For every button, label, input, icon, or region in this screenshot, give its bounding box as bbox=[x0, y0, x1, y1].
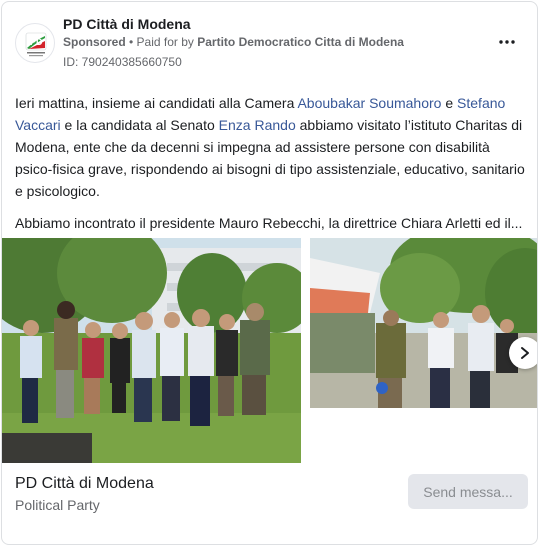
body-paragraph-2: Abbiamo incontrato il presidente Mauro R… bbox=[15, 215, 523, 231]
carousel-next-button[interactable] bbox=[509, 337, 537, 369]
footer-page-category: Political Party bbox=[15, 497, 100, 513]
mention-link-rando[interactable]: Enza Rando bbox=[219, 117, 296, 133]
separator: • bbox=[125, 35, 137, 49]
ad-id: ID: 790240385660750 bbox=[63, 55, 182, 69]
more-horizontal-icon bbox=[499, 40, 515, 44]
ad-body-text: Ieri mattina, insieme ai candidati alla … bbox=[15, 92, 529, 244]
ad-card: PD PD Città di Modena Sponsored • Paid f… bbox=[1, 1, 538, 545]
footer-page-name[interactable]: PD Città di Modena bbox=[15, 475, 154, 493]
ad-header: PD PD Città di Modena Sponsored • Paid f… bbox=[2, 2, 537, 82]
pd-logo-icon: PD bbox=[25, 32, 47, 57]
payer-name: Partito Democratico Citta di Modena bbox=[197, 35, 404, 49]
page-avatar[interactable]: PD bbox=[15, 23, 55, 63]
send-message-button[interactable]: Send messa... bbox=[408, 474, 528, 509]
chevron-right-icon bbox=[521, 347, 529, 359]
paid-for-prefix: Paid for by bbox=[136, 35, 198, 49]
page-name[interactable]: PD Città di Modena bbox=[63, 16, 191, 32]
body-text-segment: e la candidata al Senato bbox=[60, 117, 219, 133]
svg-text:PD: PD bbox=[30, 37, 43, 47]
body-text-segment: Ieri mattina, insieme ai candidati alla … bbox=[15, 95, 298, 111]
image-carousel[interactable] bbox=[2, 238, 538, 463]
more-options-button[interactable] bbox=[492, 30, 522, 54]
sponsored-label: Sponsored bbox=[63, 35, 126, 49]
body-paragraph-1: Ieri mattina, insieme ai candidati alla … bbox=[15, 92, 529, 202]
mention-link-soumahoro[interactable]: Aboubakar Soumahoro bbox=[297, 95, 441, 111]
sponsored-line: Sponsored • Paid for by Partito Democrat… bbox=[63, 35, 404, 49]
carousel-photo-tent-meeting[interactable] bbox=[310, 238, 538, 408]
body-text-segment: e bbox=[441, 95, 458, 111]
carousel-photo-group-outdoor[interactable] bbox=[2, 238, 301, 463]
